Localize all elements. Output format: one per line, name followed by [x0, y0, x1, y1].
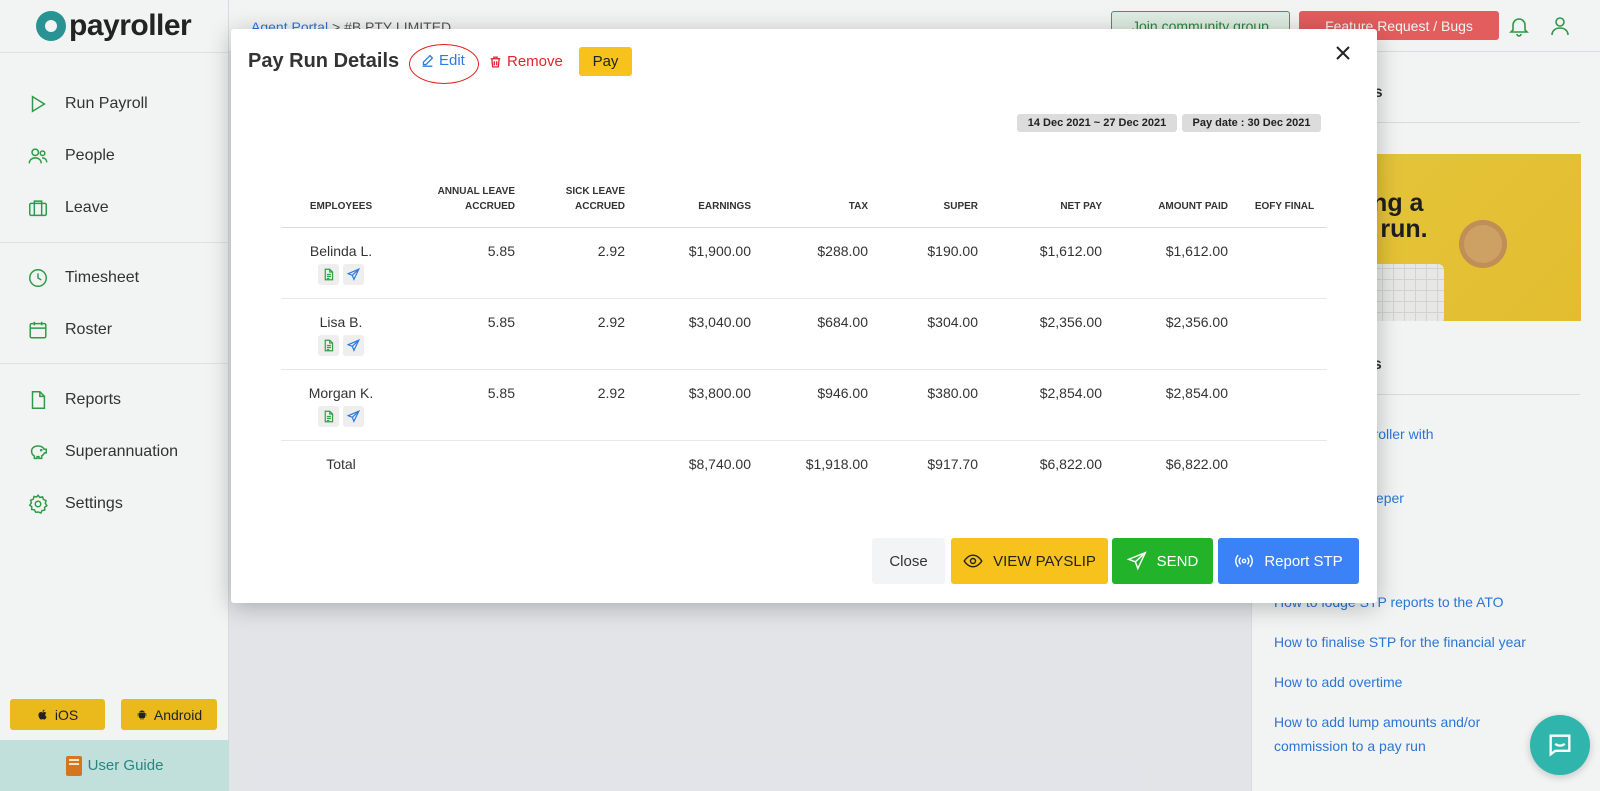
report-stp-button[interactable]: Report STP — [1218, 538, 1359, 584]
chat-icon — [1549, 734, 1571, 757]
chat-support-button[interactable] — [1530, 715, 1590, 775]
pay-button[interactable]: Pay — [579, 47, 632, 76]
send-icon — [347, 267, 360, 281]
row-actions — [281, 263, 401, 285]
edit-label: Edit — [439, 52, 465, 69]
net-pay-cell: $1,612.00 — [992, 227, 1116, 299]
edit-button[interactable]: Edit — [421, 52, 465, 69]
remove-label: Remove — [507, 53, 563, 70]
total-super-cell: $917.70 — [882, 439, 992, 492]
total-sick-leave-cell — [529, 439, 639, 492]
annual-leave-cell: 5.85 — [401, 298, 529, 370]
earnings-cell: $1,900.00 — [639, 227, 765, 299]
send-payslip-row-button[interactable] — [343, 405, 364, 427]
table-header-row: EMPLOYEES ANNUAL LEAVE ACCRUED SICK LEAV… — [281, 147, 1327, 228]
remove-button[interactable]: Remove — [489, 53, 563, 70]
eofy-final-cell — [1242, 369, 1327, 441]
sick-leave-cell: 2.92 — [529, 369, 639, 441]
super-cell: $304.00 — [882, 298, 992, 370]
eofy-final-cell — [1242, 227, 1327, 299]
amount-paid-cell: $2,854.00 — [1116, 369, 1242, 441]
broadcast-icon — [1235, 554, 1254, 568]
tax-cell: $684.00 — [765, 298, 882, 370]
send-payslip-row-button[interactable] — [343, 334, 364, 356]
document-icon — [324, 339, 334, 351]
view-payslip-button[interactable]: VIEW PAYSLIP — [951, 538, 1108, 584]
table-row: Lisa B. 5.85 2.92 $3,040.00 $684.00 $304… — [281, 298, 1327, 370]
net-pay-cell: $2,854.00 — [992, 369, 1116, 441]
amount-paid-cell: $2,356.00 — [1116, 298, 1242, 370]
pay-date-badge: Pay date : 30 Dec 2021 — [1182, 114, 1321, 132]
trash-icon — [490, 55, 501, 68]
document-icon — [324, 410, 334, 422]
earnings-cell: $3,800.00 — [639, 369, 765, 441]
tax-cell: $288.00 — [765, 227, 882, 299]
total-tax-cell: $1,918.00 — [765, 439, 882, 492]
pay-run-table: EMPLOYEES ANNUAL LEAVE ACCRUED SICK LEAV… — [281, 147, 1327, 492]
sick-leave-cell: 2.92 — [529, 298, 639, 370]
total-amount-paid-cell: $6,822.00 — [1116, 439, 1242, 492]
pencil-icon — [422, 54, 434, 67]
employee-cell: Morgan K. — [281, 369, 401, 441]
employee-name: Lisa B. — [319, 313, 363, 330]
close-icon — [1336, 46, 1350, 60]
send-icon — [347, 409, 360, 423]
eye-icon — [963, 554, 983, 568]
net-pay-cell: $2,356.00 — [992, 298, 1116, 370]
pay-period-badge: 14 Dec 2021 ~ 27 Dec 2021 — [1017, 114, 1177, 132]
close-button[interactable]: Close — [872, 538, 945, 584]
employee-cell: Belinda L. — [281, 227, 401, 299]
column-header-annual-leave: ANNUAL LEAVE ACCRUED — [401, 147, 529, 228]
row-actions — [281, 405, 401, 427]
view-payslip-row-button[interactable] — [318, 334, 339, 356]
send-icon — [1126, 551, 1147, 571]
total-annual-leave-cell — [401, 439, 529, 492]
column-header-net-pay: NET PAY — [992, 147, 1116, 228]
total-earnings-cell: $8,740.00 — [639, 439, 765, 492]
view-payslip-row-button[interactable] — [318, 263, 339, 285]
column-header-super: SUPER — [882, 147, 992, 228]
table-row: Belinda L. 5.85 2.92 $1,900.00 $288.00 $… — [281, 227, 1327, 299]
pay-run-details-modal: Pay Run Details Edit Remove Pay 14 Dec 2… — [231, 29, 1377, 603]
eofy-final-cell — [1242, 298, 1327, 370]
send-label: SEND — [1156, 552, 1199, 570]
column-header-tax: TAX — [765, 147, 882, 228]
column-header-sick-leave: SICK LEAVE ACCRUED — [529, 147, 639, 228]
employee-name: Belinda L. — [309, 242, 373, 259]
table-row: Morgan K. 5.85 2.92 $3,800.00 $946.00 $3… — [281, 369, 1327, 441]
super-cell: $190.00 — [882, 227, 992, 299]
report-stp-label: Report STP — [1264, 552, 1343, 570]
view-payslip-row-button[interactable] — [318, 405, 339, 427]
document-icon — [324, 268, 334, 280]
annual-leave-cell: 5.85 — [401, 227, 529, 299]
total-eofy-final-cell — [1242, 439, 1327, 492]
send-payslip-row-button[interactable] — [343, 263, 364, 285]
modal-title: Pay Run Details — [248, 50, 400, 72]
employee-cell: Lisa B. — [281, 298, 401, 370]
sick-leave-cell: 2.92 — [529, 227, 639, 299]
amount-paid-cell: $1,612.00 — [1116, 227, 1242, 299]
total-net-pay-cell: $6,822.00 — [992, 439, 1116, 492]
total-label: Total — [281, 439, 401, 492]
employee-name: Morgan K. — [308, 384, 374, 401]
row-actions — [281, 334, 401, 356]
column-header-eofy-final: EOFY FINAL — [1242, 147, 1327, 228]
super-cell: $380.00 — [882, 369, 992, 441]
column-header-amount-paid: AMOUNT PAID — [1116, 147, 1242, 228]
modal-close-button[interactable] — [1335, 45, 1355, 65]
send-button[interactable]: SEND — [1112, 538, 1213, 584]
column-header-earnings: EARNINGS — [639, 147, 765, 228]
view-payslip-label: VIEW PAYSLIP — [993, 552, 1096, 570]
table-total-row: Total $8,740.00 $1,918.00 $917.70 $6,822… — [281, 439, 1327, 492]
annual-leave-cell: 5.85 — [401, 369, 529, 441]
send-icon — [347, 338, 360, 352]
tax-cell: $946.00 — [765, 369, 882, 441]
earnings-cell: $3,040.00 — [639, 298, 765, 370]
column-header-employees: EMPLOYEES — [281, 147, 401, 228]
